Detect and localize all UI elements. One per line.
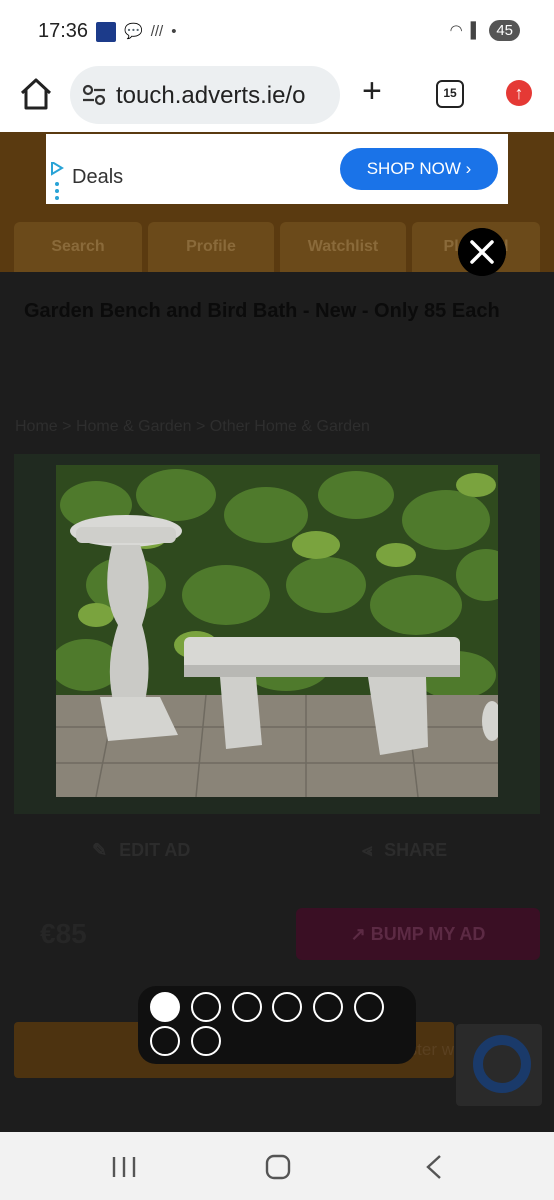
recent-apps-icon[interactable] bbox=[110, 1154, 138, 1180]
pagination-dot[interactable] bbox=[191, 992, 221, 1022]
share-icon: ⪡ bbox=[362, 839, 373, 860]
pagination-dot[interactable] bbox=[191, 1026, 221, 1056]
share-label: SHARE bbox=[384, 839, 448, 860]
browser-toolbar: touch.adverts.ie/o + 15 ↑ bbox=[0, 62, 554, 132]
breadcrumb-separator: > bbox=[196, 418, 210, 435]
signal-notification-icon: /// bbox=[150, 23, 164, 40]
home-icon[interactable] bbox=[18, 76, 54, 112]
ad-choices-icon[interactable] bbox=[50, 162, 64, 200]
chat-notification-icon: 💬 bbox=[124, 23, 143, 40]
pencil-icon: ✎ bbox=[92, 839, 108, 860]
system-icons: ◠ ▌ 45 bbox=[450, 20, 520, 41]
status-time: 17:36 bbox=[38, 20, 89, 42]
status-bar: 17:36 💬 /// • ◠ ▌ 45 bbox=[0, 0, 554, 62]
notification-icons: 💬 /// • bbox=[96, 22, 176, 42]
breadcrumb: Home > Home & Garden > Other Home & Gard… bbox=[15, 418, 370, 436]
breadcrumb-subcategory[interactable]: Other Home & Garden bbox=[210, 418, 370, 435]
ad-text: Deals bbox=[72, 166, 124, 188]
edit-ad-label: EDIT AD bbox=[119, 839, 191, 860]
recaptcha-badge bbox=[456, 1024, 542, 1106]
gallery-pagination bbox=[138, 986, 416, 1064]
shop-now-label: SHOP NOW bbox=[366, 159, 461, 178]
more-notifications-icon: • bbox=[171, 23, 177, 40]
chevron-right-icon: › bbox=[465, 159, 472, 178]
pagination-dot[interactable] bbox=[354, 992, 384, 1022]
breadcrumb-category[interactable]: Home & Garden bbox=[76, 418, 192, 435]
bump-my-ad-button[interactable]: ↗ BUMP MY AD bbox=[296, 908, 540, 960]
tab-watchlist[interactable]: Watchlist bbox=[280, 222, 406, 272]
pagination-dot[interactable] bbox=[150, 992, 180, 1022]
recaptcha-icon bbox=[473, 1035, 531, 1093]
listing-photo[interactable] bbox=[56, 465, 498, 797]
back-icon[interactable] bbox=[420, 1154, 448, 1180]
new-tab-icon[interactable]: + bbox=[362, 74, 382, 108]
pagination-dot[interactable] bbox=[150, 1026, 180, 1056]
update-icon[interactable]: ↑ bbox=[506, 80, 532, 106]
address-bar[interactable]: touch.adverts.ie/o bbox=[70, 66, 340, 124]
tab-search[interactable]: Search bbox=[14, 222, 142, 272]
site-settings-icon[interactable] bbox=[82, 84, 106, 106]
share-button[interactable]: ⪡ SHARE bbox=[362, 832, 447, 868]
pagination-dot[interactable] bbox=[272, 992, 302, 1022]
price: €85 bbox=[40, 918, 87, 949]
system-nav-bar bbox=[0, 1132, 554, 1200]
pagination-dot[interactable] bbox=[313, 992, 343, 1022]
edit-ad-button[interactable]: ✎ EDIT AD bbox=[92, 832, 190, 868]
page-content: Search Profile Watchlist Place ad Garden… bbox=[0, 132, 554, 1132]
app-notification-icon bbox=[96, 22, 116, 42]
ad-banner[interactable]: Deals SHOP NOW › bbox=[46, 134, 508, 204]
pagination-dot[interactable] bbox=[232, 992, 262, 1022]
wifi-icon: ◠ bbox=[449, 21, 463, 39]
breadcrumb-separator: > bbox=[62, 418, 76, 435]
tab-profile[interactable]: Profile bbox=[148, 222, 274, 272]
bump-label: BUMP MY AD bbox=[370, 924, 486, 944]
ad-title: Garden Bench and Bird Bath - New - Only … bbox=[24, 300, 500, 322]
cell-signal-icon: ▌ bbox=[470, 21, 482, 39]
battery-indicator: 45 bbox=[489, 20, 520, 41]
home-nav-icon[interactable] bbox=[264, 1154, 292, 1180]
close-icon[interactable] bbox=[458, 228, 506, 276]
tab-switcher-button[interactable]: 15 bbox=[436, 80, 464, 108]
url-text: touch.adverts.ie/o bbox=[116, 82, 306, 109]
trend-icon: ↗ bbox=[350, 924, 366, 944]
breadcrumb-home[interactable]: Home bbox=[15, 418, 58, 435]
shop-now-button[interactable]: SHOP NOW › bbox=[340, 148, 498, 190]
